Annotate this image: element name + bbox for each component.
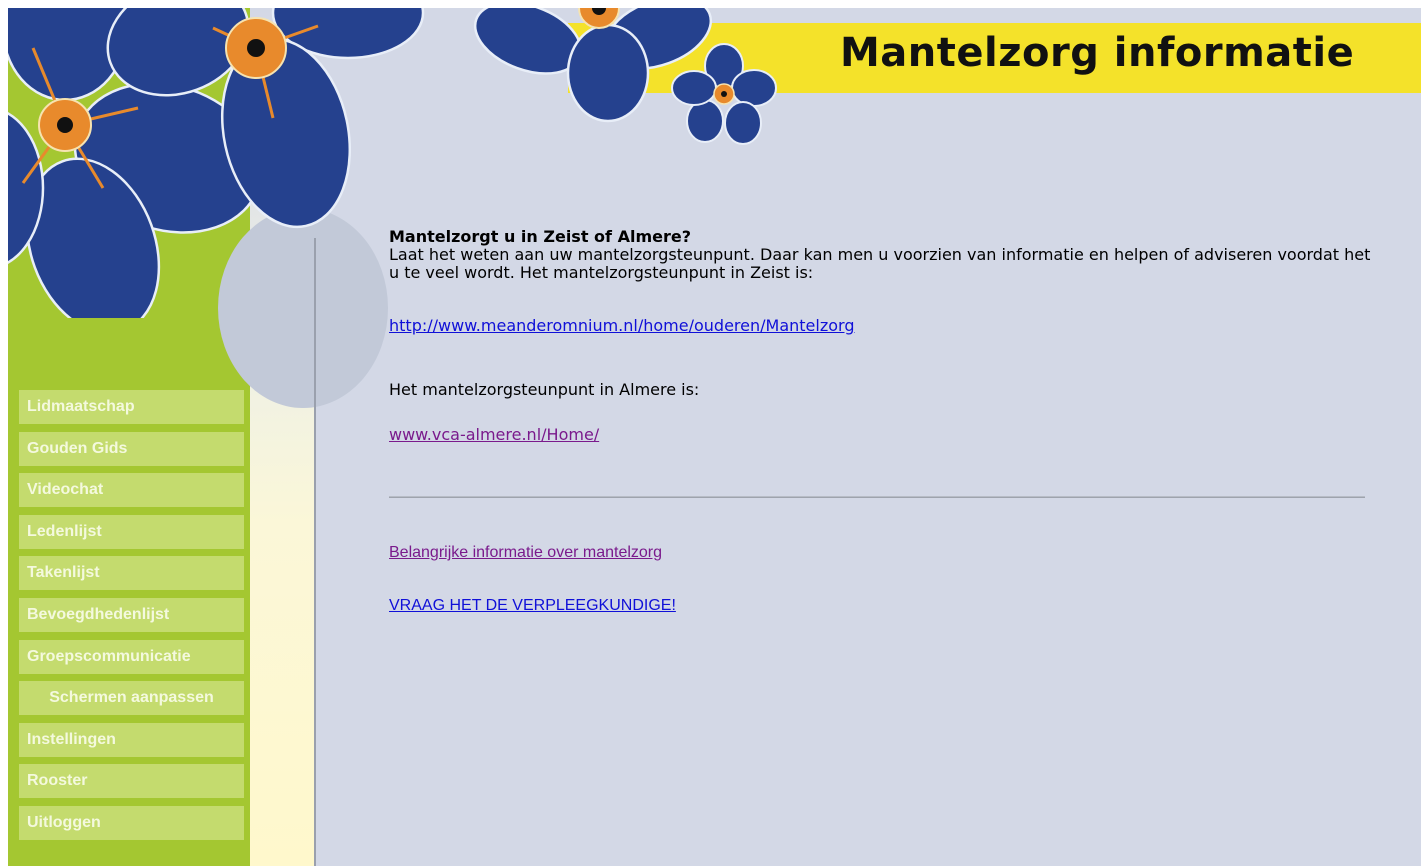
- menu-item-gouden-gids[interactable]: Gouden Gids: [19, 431, 244, 466]
- menu-item-uitloggen[interactable]: Uitloggen: [19, 805, 244, 840]
- menu-item-ledenlijst[interactable]: Ledenlijst: [19, 514, 244, 549]
- menu-item-videochat[interactable]: Videochat: [19, 473, 244, 508]
- info-link[interactable]: Belangrijke informatie over mantelzorg: [389, 544, 662, 562]
- menu-item-lidmaatschap[interactable]: Lidmaatschap: [19, 390, 244, 424]
- main-content: Mantelzorgt u in Zeist of Almere? Laat h…: [389, 227, 1389, 614]
- flower-small-icon: [671, 43, 777, 145]
- menu-item-rooster[interactable]: Rooster: [19, 764, 244, 799]
- menu-item-schermen-aanpassen[interactable]: Schermen aanpassen: [19, 681, 244, 716]
- sidebar-menu: Lidmaatschap Gouden Gids Videochat Leden…: [19, 390, 244, 848]
- horizontal-rule: [389, 496, 1365, 498]
- page-frame: Mantelzorg informatie Lidmaatschap Goude…: [8, 8, 1421, 866]
- menu-item-groepscommunicatie[interactable]: Groepscommunicatie: [19, 639, 244, 674]
- content-heading: Mantelzorgt u in Zeist of Almere?: [389, 227, 691, 246]
- menu-item-bevoegdhedenlijst[interactable]: Bevoegdhedenlijst: [19, 597, 244, 632]
- flower-top-icon: [473, 8, 713, 123]
- almere-text: Het mantelzorgsteunpunt in Almere is:: [389, 380, 700, 399]
- content-divider: [314, 238, 316, 866]
- nurse-link[interactable]: VRAAG HET DE VERPLEEGKUNDIGE!: [389, 597, 676, 615]
- intro-text: Laat het weten aan uw mantelzorgsteunpun…: [389, 245, 1371, 282]
- menu-item-instellingen[interactable]: Instellingen: [19, 722, 244, 757]
- zeist-link[interactable]: http://www.meanderomnium.nl/home/ouderen…: [389, 316, 854, 335]
- page-title: Mantelzorg informatie: [840, 30, 1355, 76]
- menu-item-takenlijst[interactable]: Takenlijst: [19, 556, 244, 591]
- almere-link[interactable]: www.vca-almere.nl/Home/: [389, 425, 599, 444]
